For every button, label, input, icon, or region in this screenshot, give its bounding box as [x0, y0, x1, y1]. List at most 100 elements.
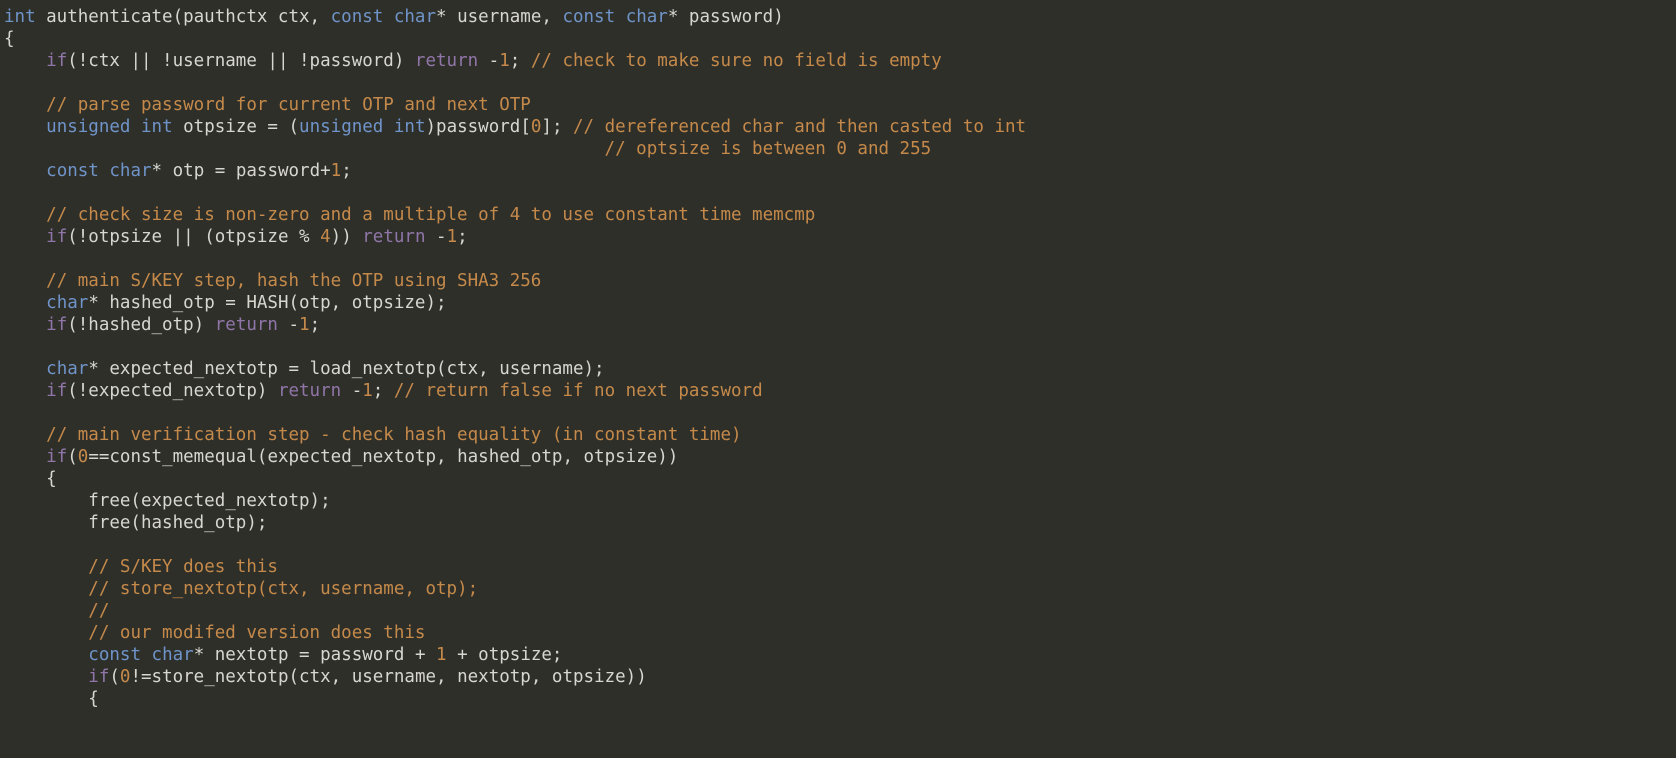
- code-token: 1: [436, 645, 447, 665]
- code-token: ;: [457, 227, 468, 247]
- code-line: if(0==const_memequal(expected_nextotp, h…: [4, 447, 678, 467]
- code-token: // main verification step - check hash e…: [46, 425, 741, 445]
- code-token: // dereferenced char and then casted to …: [573, 117, 1026, 137]
- code-line: // optsize is between 0 and 255: [4, 139, 931, 159]
- code-token: int: [141, 117, 173, 137]
- code-token: [4, 447, 46, 467]
- code-token: // S/KEY does this: [88, 557, 278, 577]
- code-token: [4, 623, 88, 643]
- code-line: [4, 535, 15, 555]
- code-line: const char* nextotp = password + 1 + otp…: [4, 645, 562, 665]
- code-token: 0: [531, 117, 542, 137]
- code-block: int authenticate(pauthctx ctx, const cha…: [0, 0, 1676, 716]
- code-token: -: [278, 315, 299, 335]
- code-token: [4, 557, 88, 577]
- code-token: [4, 359, 46, 379]
- code-token: const: [562, 7, 615, 27]
- code-token: [4, 271, 46, 291]
- code-line: [4, 249, 15, 269]
- code-token: [4, 117, 46, 137]
- code-token: //: [88, 601, 109, 621]
- code-token: [4, 535, 15, 555]
- code-token: // check size is non-zero and a multiple…: [46, 205, 815, 225]
- code-token: char: [46, 359, 88, 379]
- code-token: !=store_nextotp(ctx, username, nextotp, …: [130, 667, 646, 687]
- code-token: [4, 227, 46, 247]
- code-line: // main verification step - check hash e…: [4, 425, 742, 445]
- code-token: // return false if no next password: [394, 381, 763, 401]
- code-token: otpsize = (: [173, 117, 299, 137]
- code-token: 1: [447, 227, 458, 247]
- code-token: char: [152, 645, 194, 665]
- code-token: ;: [373, 381, 394, 401]
- code-token: if: [46, 51, 67, 71]
- code-line: [4, 403, 15, 423]
- code-token: ;: [341, 161, 352, 181]
- code-token: const: [88, 645, 141, 665]
- code-line: if(!hashed_otp) return -1;: [4, 315, 320, 335]
- code-token: {: [4, 29, 15, 49]
- code-line: //: [4, 601, 109, 621]
- code-token: [4, 249, 15, 269]
- code-token: if: [46, 447, 67, 467]
- code-token: [4, 645, 88, 665]
- code-token: if: [46, 381, 67, 401]
- code-token: unsigned: [299, 117, 383, 137]
- code-token: char: [626, 7, 668, 27]
- code-token: 0: [78, 447, 89, 467]
- code-line: char* hashed_otp = HASH(otp, otpsize);: [4, 293, 447, 313]
- code-token: )password[: [426, 117, 531, 137]
- code-line: char* expected_nextotp = load_nextotp(ct…: [4, 359, 605, 379]
- code-token: [4, 183, 15, 203]
- code-line: [4, 337, 15, 357]
- code-token: 1: [362, 381, 373, 401]
- code-token: ;: [510, 51, 531, 71]
- code-token: (!hashed_otp): [67, 315, 215, 335]
- code-token: char: [109, 161, 151, 181]
- code-token: [4, 403, 15, 423]
- code-line: {: [4, 689, 99, 709]
- code-token: [4, 139, 605, 159]
- code-token: 4: [320, 227, 331, 247]
- code-token: // parse password for current OTP and ne…: [46, 95, 531, 115]
- code-token: [4, 601, 88, 621]
- code-token: (!expected_nextotp): [67, 381, 278, 401]
- code-token: const: [46, 161, 99, 181]
- code-line: [4, 73, 15, 93]
- code-token: (: [109, 667, 120, 687]
- code-line: if(!ctx || !username || !password) retur…: [4, 51, 942, 71]
- code-token: return: [415, 51, 478, 71]
- code-line: // main S/KEY step, hash the OTP using S…: [4, 271, 541, 291]
- code-token: [4, 315, 46, 335]
- code-token: int: [4, 7, 36, 27]
- code-token: // our modifed version does this: [88, 623, 425, 643]
- code-line: unsigned int otpsize = (unsigned int)pas…: [4, 117, 1026, 137]
- code-token: 1: [499, 51, 510, 71]
- code-token: [4, 667, 88, 687]
- code-token: [4, 51, 46, 71]
- code-line: int authenticate(pauthctx ctx, const cha…: [4, 7, 784, 27]
- code-token: return: [362, 227, 425, 247]
- code-token: * username,: [436, 7, 562, 27]
- code-token: ];: [541, 117, 573, 137]
- code-line: // store_nextotp(ctx, username, otp);: [4, 579, 478, 599]
- code-token: (: [67, 447, 78, 467]
- code-line: if(!otpsize || (otpsize % 4)) return -1;: [4, 227, 468, 247]
- code-token: (!otpsize || (otpsize %: [67, 227, 320, 247]
- code-token: [141, 645, 152, 665]
- code-line: {: [4, 469, 57, 489]
- code-token: char: [394, 7, 436, 27]
- code-token: [130, 117, 141, 137]
- code-token: [4, 73, 15, 93]
- code-token: authenticate(pauthctx ctx,: [36, 7, 331, 27]
- code-line: // our modifed version does this: [4, 623, 425, 643]
- code-token: -: [341, 381, 362, 401]
- code-token: // store_nextotp(ctx, username, otp);: [88, 579, 478, 599]
- code-token: [383, 117, 394, 137]
- code-token: 0: [120, 667, 131, 687]
- code-token: return: [278, 381, 341, 401]
- code-token: [4, 337, 15, 357]
- code-line: {: [4, 29, 15, 49]
- code-line: if(0!=store_nextotp(ctx, username, nexto…: [4, 667, 647, 687]
- code-token: int: [394, 117, 426, 137]
